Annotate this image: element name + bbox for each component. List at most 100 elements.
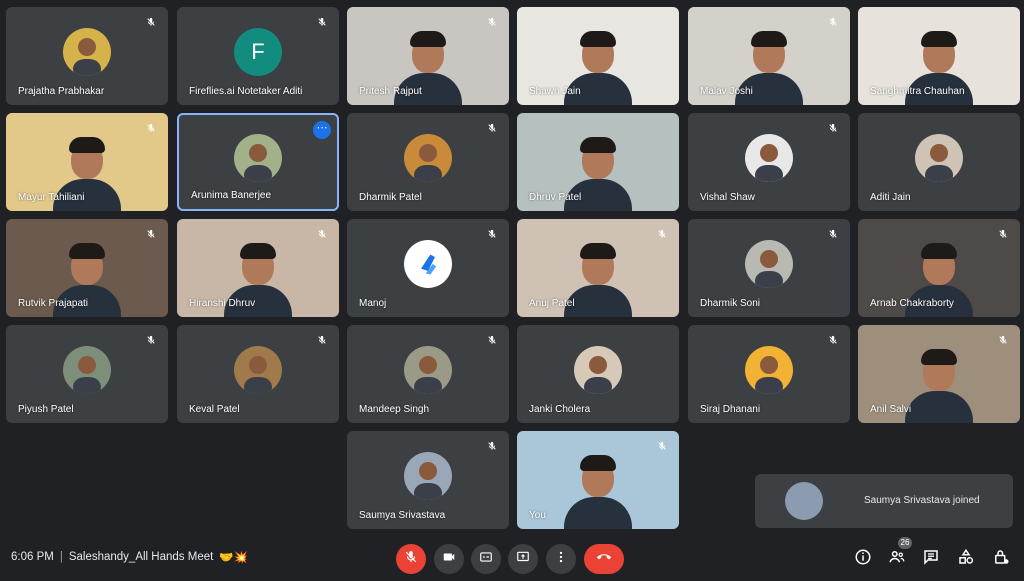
mic-off-icon [996,227,1010,241]
present-screen-button[interactable] [508,544,538,574]
participant-name: Fireflies.ai Notetaker Aditi [189,86,303,97]
participant-name: Arunima Banerjee [191,190,272,201]
mic-off-icon [655,227,669,241]
participant-tile[interactable]: Keval Patel [177,325,339,423]
participant-tile[interactable]: Vishal Shaw [688,113,850,211]
mic-off-icon [144,333,158,347]
current-time: 6:06 PM [11,551,54,563]
joined-participant-avatar [785,482,823,520]
participant-name: Vishal Shaw [700,192,755,203]
participant-tile[interactable]: Saumya Srivastava [347,431,509,529]
mic-off-icon [485,227,499,241]
participant-tile[interactable]: Janki Cholera [517,325,679,423]
participant-tile[interactable]: Mandeep Singh [347,325,509,423]
mic-off-icon [315,15,329,29]
chat-icon [922,548,940,571]
participant-tile[interactable]: Mayur Tahiliani [6,113,168,211]
activities-icon [957,548,975,571]
present-icon [516,550,530,569]
camera-icon [442,550,456,569]
participant-tile[interactable]: Anuj Patel [517,219,679,317]
meeting-details-button[interactable] [852,548,874,570]
participant-tile[interactable]: Hiranshi Dhruv [177,219,339,317]
participant-avatar: F [234,28,282,77]
mic-off-icon [485,439,499,453]
participant-tile[interactable]: Aditi Jain [858,113,1020,211]
participant-tile[interactable]: Dharmik Patel [347,113,509,211]
participant-avatar [63,346,111,395]
chat-button[interactable] [920,548,942,570]
captions-icon [479,550,493,569]
participant-tile[interactable]: Dhruv Patel [517,113,679,211]
end-call-button[interactable] [584,544,624,574]
participant-avatar [574,346,622,395]
people-icon [888,548,906,571]
participant-tile[interactable]: ⋯ Arunima Banerjee [177,113,339,211]
meeting-info: 6:06 PM | Saleshandy_All Hands Meet 🤝💥 [11,550,248,564]
participant-tile[interactable]: Sanghmitra Chauhan [858,7,1020,105]
participant-avatar [234,134,282,183]
mic-off-icon [144,227,158,241]
participant-avatar [745,240,793,289]
participant-name: Malav Joshi [700,86,753,97]
participant-video [558,451,638,529]
mic-off-icon [144,15,158,29]
mic-off-icon [826,121,840,135]
people-count-badge: 26 [898,537,912,549]
mic-off-icon [315,227,329,241]
mic-off-icon [315,333,329,347]
participant-name: Janki Cholera [529,404,591,415]
participant-tile[interactable]: Malav Joshi [688,7,850,105]
participant-tile[interactable]: Rutvik Prajapati [6,219,168,317]
participant-logo-avatar [404,240,452,289]
participant-tile[interactable]: Pritesh Rajput [347,7,509,105]
toggle-microphone-button[interactable] [396,544,426,574]
participant-name: Dharmik Soni [700,298,761,309]
participant-name: You [529,510,546,521]
participant-name: Dhruv Patel [529,192,582,203]
host-controls-icon [992,548,1010,571]
participant-tile[interactable]: Prajatha Prabhakar [6,7,168,105]
participant-name: Rutvik Prajapati [18,298,89,309]
participant-tile[interactable]: Anil Salvi [858,325,1020,423]
meeting-title-emoji: 🤝💥 [219,552,248,564]
info-icon [854,548,872,571]
participant-tile[interactable]: You [517,431,679,529]
activities-button[interactable] [955,548,977,570]
participant-tile[interactable]: Piyush Patel [6,325,168,423]
participant-name: Sanghmitra Chauhan [870,86,965,97]
participant-name: Anil Salvi [870,404,912,415]
toggle-camera-button[interactable] [434,544,464,574]
tile-more-options-button[interactable]: ⋯ [313,121,331,139]
bottom-control-bar: 6:06 PM | Saleshandy_All Hands Meet 🤝💥 [0,540,1024,581]
participant-tile[interactable]: Arnab Chakraborty [858,219,1020,317]
participant-name: Mayur Tahiliani [18,192,85,203]
participant-avatar [745,346,793,395]
participant-grid: Prajatha Prabhakar F Fireflies.ai Notetake… [0,0,1024,540]
host-controls-button[interactable] [990,548,1012,570]
more-options-button[interactable] [546,544,576,574]
participant-name: Mandeep Singh [359,404,430,415]
participant-tile[interactable]: F Fireflies.ai Notetaker Aditi [177,7,339,105]
participant-name: Arnab Chakraborty [870,298,954,309]
participant-name: Manoj [359,298,387,309]
participant-name: Piyush Patel [18,404,74,415]
participant-avatar [404,134,452,183]
participant-name: Prajatha Prabhakar [18,86,105,97]
participant-tile[interactable]: Shawn Jain [517,7,679,105]
participant-avatar [915,134,963,183]
participant-tile[interactable]: Manoj [347,219,509,317]
mic-off-icon [144,121,158,135]
participant-name: Dharmik Patel [359,192,422,203]
participant-tile[interactable]: Dharmik Soni [688,219,850,317]
people-button[interactable] [886,548,908,570]
participant-name: Aditi Jain [870,192,911,203]
participant-avatar [404,452,452,501]
participant-tile[interactable]: Siraj Dhanani [688,325,850,423]
end-call-icon [597,550,611,569]
mic-off-icon [826,227,840,241]
participant-name: Siraj Dhanani [700,404,761,415]
meeting-title: Saleshandy_All Hands Meet [68,551,214,563]
participant-name: Hiranshi Dhruv [189,298,256,309]
captions-button[interactable] [471,544,501,574]
